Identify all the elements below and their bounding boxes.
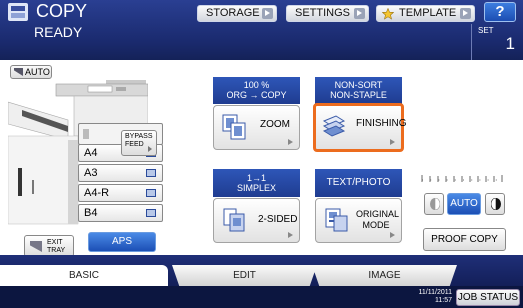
chevron-right-icon [390, 139, 395, 145]
half-moon-dark-icon [491, 198, 501, 210]
original-mode-button[interactable]: ORIGINAL MODE [315, 198, 402, 243]
tray-size: A4 [84, 147, 98, 159]
basic-panel: AUTO A4 A3 A4-R B4 BYPASS FEED EXIT TRAY [0, 60, 523, 257]
app-title: COPY [36, 1, 88, 21]
set-label: SET [478, 26, 494, 35]
tray-2-button[interactable]: A3 [78, 164, 163, 182]
duplex-status: 1→1 SIMPLEX [213, 169, 300, 197]
date-time-display: 11/11/2011 11:57 [407, 289, 452, 305]
tab-bar: BASIC EDIT IMAGE [0, 255, 523, 286]
chevron-right-icon [288, 232, 293, 238]
tray-size: A4-R [84, 187, 110, 199]
job-status-button[interactable]: JOB STATUS [456, 289, 520, 306]
template-label: TEMPLATE [399, 7, 457, 19]
finishing-status: NON-SORT NON-STAPLE [315, 77, 402, 104]
original-auto-button[interactable]: AUTO [10, 65, 52, 79]
original-icon [14, 68, 23, 76]
auto-label: AUTO [25, 67, 50, 77]
half-moon-light-icon [430, 198, 440, 210]
bypass-feed-button[interactable]: BYPASS FEED [121, 130, 157, 156]
tab-basic[interactable]: BASIC [0, 265, 168, 286]
chevron-right-icon [460, 8, 471, 19]
finishing-icon [322, 115, 346, 137]
exit-tray-icon [30, 241, 42, 252]
zoom-label: ZOOM [260, 119, 290, 130]
chevron-right-icon [288, 139, 293, 145]
original-mode-line2: MODE [362, 220, 390, 230]
help-button[interactable]: ? [484, 2, 516, 22]
finishing-label: FINISHING [356, 118, 407, 129]
tab-edit[interactable]: EDIT [172, 265, 317, 286]
chevron-right-icon [354, 8, 365, 19]
settings-label: SETTINGS [295, 7, 351, 19]
aps-button[interactable]: APS [88, 232, 156, 252]
machine-status: READY [34, 24, 83, 40]
zoom-button[interactable]: ZOOM [213, 105, 300, 150]
copy-app-icon [8, 3, 28, 21]
exit-label-line1: EXIT [47, 239, 63, 246]
density-darker-button[interactable] [485, 193, 505, 215]
two-sided-icon [223, 208, 245, 232]
staple-status: NON-STAPLE [330, 90, 387, 100]
paper-icon [146, 189, 156, 197]
tab-image[interactable]: IMAGE [312, 265, 457, 286]
storage-label: STORAGE [206, 7, 260, 19]
template-button[interactable]: TEMPLATE [376, 5, 475, 22]
tray-4-button[interactable]: B4 [78, 204, 163, 222]
chevron-right-icon [148, 146, 152, 152]
date-display: 11/11/2011 [418, 289, 452, 296]
paper-icon [146, 209, 156, 217]
tray-size: A3 [84, 167, 98, 179]
density-lighter-button[interactable] [424, 193, 444, 215]
exit-tray-button[interactable]: EXIT TRAY [24, 235, 74, 257]
settings-button[interactable]: SETTINGS [286, 5, 369, 22]
original-mode-line1: ORIGINAL [356, 209, 400, 219]
two-sided-button[interactable]: 2-SIDED [213, 198, 300, 243]
duplex-desc: SIMPLEX [236, 183, 276, 193]
density-auto-button[interactable]: AUTO [447, 193, 481, 215]
paper-icon [146, 169, 156, 177]
original-mode-icon [325, 208, 348, 232]
set-count: 1 [505, 34, 515, 53]
time-display: 11:57 [435, 297, 452, 304]
exit-label-line2: TRAY [47, 247, 66, 254]
zoom-ratio: 100 % [243, 80, 270, 90]
sort-status: NON-SORT [334, 80, 383, 90]
zoom-status: 100 % ORG → COPY [213, 77, 300, 104]
duplex-mode: 1→1 [246, 173, 266, 183]
star-icon [382, 8, 394, 20]
tray-3-button[interactable]: A4-R [78, 184, 163, 202]
density-scale [421, 175, 503, 182]
two-sided-label: 2-SIDED [258, 214, 298, 225]
chevron-right-icon [262, 8, 273, 19]
original-mode-status: TEXT/PHOTO [315, 169, 402, 197]
proof-copy-button[interactable]: PROOF COPY [423, 228, 506, 251]
finishing-button[interactable]: FINISHING [313, 103, 407, 152]
tray-size: B4 [84, 207, 98, 219]
bypass-label-line1: BYPASS [125, 133, 153, 140]
storage-button[interactable]: STORAGE [197, 5, 277, 22]
zoom-direction: ORG → COPY [226, 90, 287, 100]
original-mode-label: ORIGINAL MODE [356, 209, 400, 231]
zoom-icon [222, 114, 246, 140]
chevron-right-icon [390, 232, 395, 238]
title-bar: COPY READY STORAGE SETTINGS TEMPLATE ? S… [0, 0, 523, 60]
copy-quantity-display: SET 1 [471, 24, 523, 60]
tray-lock-icon [83, 129, 89, 139]
